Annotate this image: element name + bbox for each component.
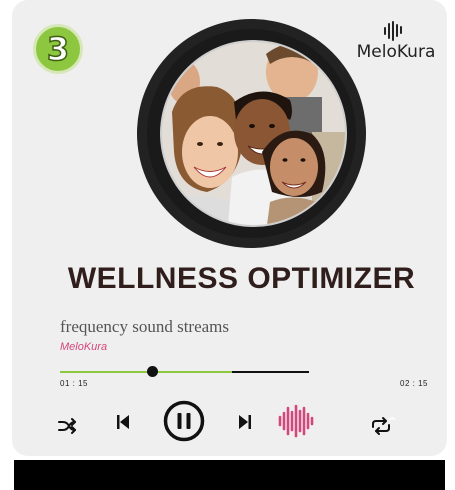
album-cover xyxy=(137,19,366,248)
progress-remaining[interactable] xyxy=(232,371,309,373)
number-badge: 3 xyxy=(33,24,83,74)
track-title: WELLNESS OPTIMIZER xyxy=(67,262,416,295)
time-elapsed: 01 : 15 xyxy=(60,379,88,388)
group-photo-image xyxy=(162,42,345,225)
badge-number: 3 xyxy=(46,30,70,68)
brand-logo: MeloKura xyxy=(352,20,442,64)
equalizer-button[interactable] xyxy=(276,403,316,439)
play-pause-button[interactable] xyxy=(163,400,205,442)
track-subtitle: frequency sound streams xyxy=(60,317,230,336)
repeat-button[interactable] xyxy=(369,415,399,437)
previous-button[interactable] xyxy=(114,412,132,432)
time-total: 02 : 15 xyxy=(400,379,428,388)
repeat-icon xyxy=(372,417,396,435)
bottom-bar xyxy=(14,460,445,490)
next-button[interactable] xyxy=(236,412,254,432)
equalizer-icon xyxy=(278,404,314,438)
heartbeat-icon xyxy=(384,21,402,41)
skip-previous-icon xyxy=(117,415,129,429)
shuffle-icon xyxy=(58,418,76,434)
progress-played[interactable] xyxy=(60,371,152,373)
cover-photo xyxy=(162,42,345,225)
brand-name: MeloKura xyxy=(356,42,436,62)
track-artist[interactable]: MeloKura xyxy=(60,341,107,353)
skip-next-icon xyxy=(239,415,251,429)
pause-icon xyxy=(163,400,205,442)
progress-knob[interactable] xyxy=(147,366,158,377)
shuffle-button[interactable] xyxy=(56,415,80,437)
progress-buffered[interactable] xyxy=(152,371,232,373)
